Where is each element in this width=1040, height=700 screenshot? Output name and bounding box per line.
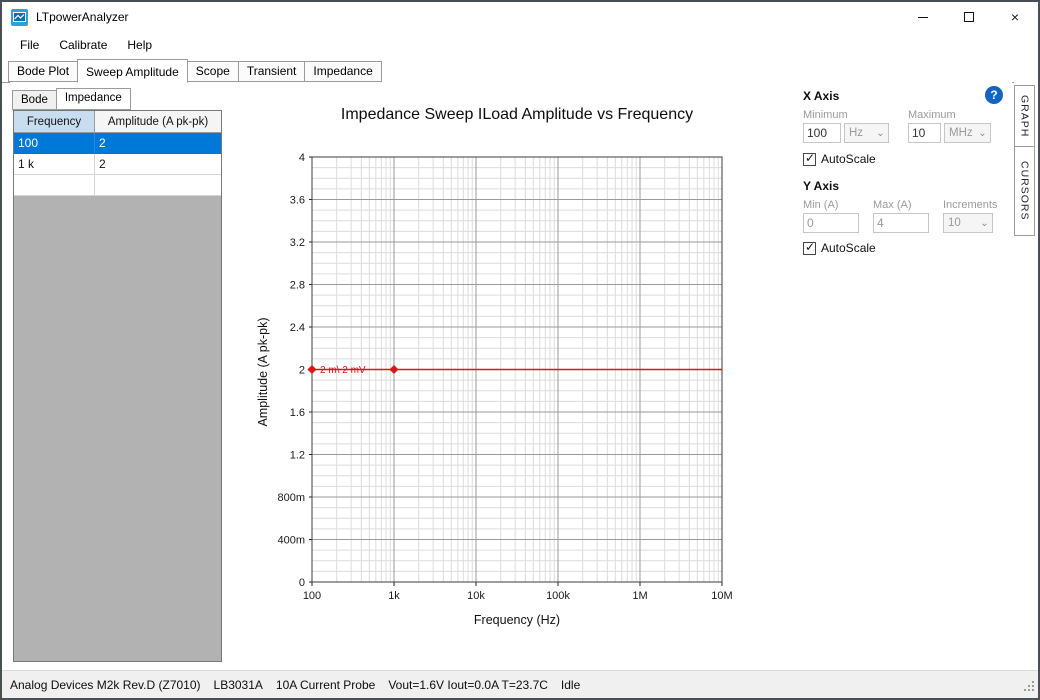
svg-text:2.4: 2.4 xyxy=(290,322,305,334)
menu-calibrate[interactable]: Calibrate xyxy=(49,34,117,56)
y-autoscale-row: AutoScale xyxy=(803,241,876,255)
sweep-table-panel: Bode Impedance Frequency Amplitude (A pk… xyxy=(10,82,230,670)
menu-help[interactable]: Help xyxy=(117,34,162,56)
cell-frequency[interactable] xyxy=(14,175,95,195)
x-minimum-label: Minimum xyxy=(803,109,848,121)
x-autoscale-label: AutoScale xyxy=(821,152,876,166)
status-measurements: Vout=1.6V Iout=0.0A T=23.7C xyxy=(388,678,548,692)
status-device: Analog Devices M2k Rev.D (Z7010) xyxy=(10,678,201,692)
tab-impedance[interactable]: Impedance xyxy=(304,61,381,82)
svg-text:0: 0 xyxy=(299,577,305,589)
y-autoscale-checkbox[interactable] xyxy=(803,242,816,255)
window-title: LTpowerAnalyzer xyxy=(36,10,128,24)
table-row[interactable]: 1 k 2 xyxy=(14,154,221,175)
minimize-icon xyxy=(918,17,928,18)
cell-amplitude[interactable] xyxy=(95,175,221,195)
x-autoscale-checkbox[interactable] xyxy=(803,153,816,166)
help-icon[interactable]: ? xyxy=(985,86,1003,104)
menu-bar: File Calibrate Help xyxy=(2,32,1038,58)
cell-frequency[interactable]: 1 k xyxy=(14,154,95,174)
svg-text:800m: 800m xyxy=(277,492,305,504)
table-row[interactable]: 100 2 xyxy=(14,133,221,154)
x-max-unit-select[interactable]: MHz ⌄ xyxy=(944,123,991,143)
resize-grip-icon[interactable] xyxy=(1023,680,1035,695)
status-probe: 10A Current Probe xyxy=(276,678,375,692)
x-min-unit-select[interactable]: Hz ⌄ xyxy=(844,123,889,143)
x-autoscale-row: AutoScale xyxy=(803,152,876,166)
svg-text:1.2: 1.2 xyxy=(290,450,305,462)
tab-scope[interactable]: Scope xyxy=(187,61,239,82)
window-controls: × xyxy=(900,2,1038,32)
chart-area: Impedance Sweep ILoad Amplitude vs Frequ… xyxy=(230,82,797,670)
left-sub-tab-bar: Bode Impedance xyxy=(12,87,130,110)
chart-svg[interactable]: 0 400m 800m 1.2 1.6 2 2.4 2.8 3.2 3.6 4 100 1k 10k 100… xyxy=(230,82,797,670)
column-header-amplitude[interactable]: Amplitude (A pk-pk) xyxy=(95,111,221,132)
chevron-down-icon: ⌄ xyxy=(873,128,888,139)
tab-transient[interactable]: Transient xyxy=(238,61,306,82)
y-min-label: Min (A) xyxy=(803,199,838,211)
menu-file[interactable]: File xyxy=(10,34,49,56)
chart-y-axis-label: Amplitude (A pk-pk) xyxy=(256,317,270,426)
maximize-button[interactable] xyxy=(946,2,992,32)
y-increments-value: 10 xyxy=(944,217,977,229)
svg-text:2: 2 xyxy=(299,365,305,377)
chevron-down-icon: ⌄ xyxy=(975,128,990,139)
status-board: LB3031A xyxy=(214,678,263,692)
table-empty-area xyxy=(14,196,221,661)
y-autoscale-label: AutoScale xyxy=(821,241,876,255)
main-tab-bar: Bode Plot Sweep Amplitude Scope Transien… xyxy=(2,58,1038,82)
chart-x-axis-label: Frequency (Hz) xyxy=(312,613,722,627)
svg-text:100: 100 xyxy=(303,590,321,602)
cell-frequency[interactable]: 100 xyxy=(14,133,95,153)
side-tab-strip: GRAPH CURSORS xyxy=(1014,82,1038,670)
axis-settings-panel: X Axis ? Minimum Maximum Hz ⌄ MHz ⌄ Auto… xyxy=(797,82,1012,670)
close-icon: × xyxy=(1011,9,1019,25)
title-bar: LTpowerAnalyzer × xyxy=(2,2,1038,32)
table-row-new[interactable] xyxy=(14,175,221,196)
svg-text:1M: 1M xyxy=(632,590,647,602)
app-icon xyxy=(11,9,28,26)
status-bar: Analog Devices M2k Rev.D (Z7010) LB3031A… xyxy=(2,670,1038,698)
svg-text:10k: 10k xyxy=(467,590,485,602)
close-button[interactable]: × xyxy=(992,2,1038,32)
app-window: LTpowerAnalyzer × File Calibrate Help Bo… xyxy=(0,0,1040,700)
svg-text:1.6: 1.6 xyxy=(290,407,305,419)
cell-amplitude[interactable]: 2 xyxy=(95,154,221,174)
status-state: Idle xyxy=(561,678,580,692)
x-min-unit-value: Hz xyxy=(845,127,873,139)
column-header-frequency[interactable]: Frequency xyxy=(14,111,95,132)
tab-sweep-amplitude[interactable]: Sweep Amplitude xyxy=(77,59,188,83)
frequency-amplitude-table: Frequency Amplitude (A pk-pk) 100 2 1 k … xyxy=(13,110,222,662)
svg-text:400m: 400m xyxy=(277,535,305,547)
x-axis-group-title: X Axis xyxy=(803,89,839,103)
x-max-input[interactable] xyxy=(908,123,941,143)
x-maximum-label: Maximum xyxy=(908,109,956,121)
svg-text:3.6: 3.6 xyxy=(290,195,305,207)
svg-text:2.8: 2.8 xyxy=(290,280,305,292)
x-min-input[interactable] xyxy=(803,123,841,143)
svg-text:100k: 100k xyxy=(546,590,570,602)
svg-text:2 m\ 2 mV: 2 m\ 2 mV xyxy=(320,365,366,376)
svg-text:3.2: 3.2 xyxy=(290,237,305,249)
svg-text:4: 4 xyxy=(299,152,305,164)
y-min-input[interactable] xyxy=(803,213,859,233)
tab-bode-plot[interactable]: Bode Plot xyxy=(8,61,78,82)
maximize-icon xyxy=(964,12,974,22)
svg-text:1k: 1k xyxy=(388,590,400,602)
subtab-impedance[interactable]: Impedance xyxy=(56,88,131,110)
x-max-unit-value: MHz xyxy=(945,127,975,139)
minimize-button[interactable] xyxy=(900,2,946,32)
y-increments-select[interactable]: 10 ⌄ xyxy=(943,213,993,233)
side-tab-cursors[interactable]: CURSORS xyxy=(1014,146,1035,236)
y-axis-group-title: Y Axis xyxy=(803,179,839,193)
table-header-row: Frequency Amplitude (A pk-pk) xyxy=(14,111,221,133)
svg-text:10M: 10M xyxy=(711,590,732,602)
subtab-bode[interactable]: Bode xyxy=(12,90,57,110)
chevron-down-icon: ⌄ xyxy=(977,218,992,229)
y-increments-label: Increments xyxy=(943,199,997,211)
side-tab-graph[interactable]: GRAPH xyxy=(1014,85,1035,147)
cell-amplitude[interactable]: 2 xyxy=(95,133,221,153)
y-max-label: Max (A) xyxy=(873,199,912,211)
y-max-input[interactable] xyxy=(873,213,929,233)
